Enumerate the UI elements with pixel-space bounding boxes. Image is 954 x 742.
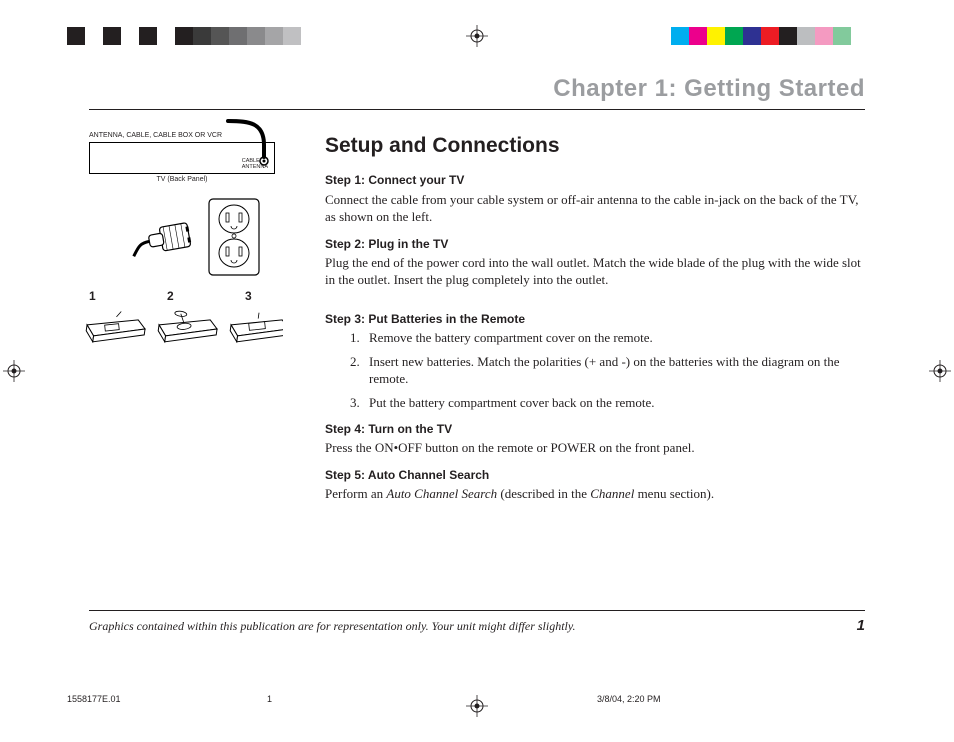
step3-li2: Insert new batteries. Match the polariti… [363,353,865,388]
page-number: 1 [857,617,865,634]
page-footer: Graphics contained within this publicati… [89,610,865,634]
step5-heading: Step 5: Auto Channel Search [325,467,865,483]
registration-mark-icon [929,360,951,382]
step2-body: Plug the end of the power cord into the … [325,254,865,289]
remote-step-num-3: 3 [245,289,252,303]
step3-li3: Put the battery compartment cover back o… [363,394,865,412]
tv-panel-caption: TV (Back Panel) [89,176,275,183]
print-slug: 1558177E.01 1 3/8/04, 2:20 PM [67,694,887,704]
step4-body: Press the ON•OFF button on the remote or… [325,439,865,457]
slug-date: 3/8/04, 2:20 PM [597,694,887,704]
registration-mark-icon [3,360,25,382]
slug-page: 1 [267,694,597,704]
step1-body: Connect the cable from your cable system… [325,191,865,226]
text-column: Setup and Connections Step 1: Connect yo… [325,132,865,513]
remote-step-num-1: 1 [89,289,96,303]
illus-remote-batteries: 1 2 3 [89,289,297,349]
section-title: Setup and Connections [325,132,865,160]
jack-label: CABLE/ ANTENNA [242,159,268,170]
step2-heading: Step 2: Plug in the TV [325,236,865,252]
jack-label-line2: ANTENNA [242,164,268,170]
registration-mark-icon [466,25,488,47]
step3-heading: Step 3: Put Batteries in the Remote [325,311,865,327]
illus-tv-back-panel: CABLE/ ANTENNA [89,142,275,174]
step1-heading: Step 1: Connect your TV [325,172,865,188]
rule-bottom [89,610,865,611]
remote-step-num-2: 2 [167,289,174,303]
step5-body: Perform an Auto Channel Search (describe… [325,485,865,503]
illus-plug-outlet [89,193,297,281]
page-content: Chapter 1: Getting Started ANTENNA, CABL… [89,75,865,513]
step3-li1: Remove the battery compartment cover on … [363,329,865,347]
illustration-column: ANTENNA, CABLE, CABLE BOX OR VCR CABLE/ … [89,132,297,513]
footer-disclaimer: Graphics contained within this publicati… [89,619,576,634]
slug-doc-id: 1558177E.01 [67,694,267,704]
rule-top [89,109,865,110]
chapter-title: Chapter 1: Getting Started [89,75,865,103]
step4-heading: Step 4: Turn on the TV [325,421,865,437]
